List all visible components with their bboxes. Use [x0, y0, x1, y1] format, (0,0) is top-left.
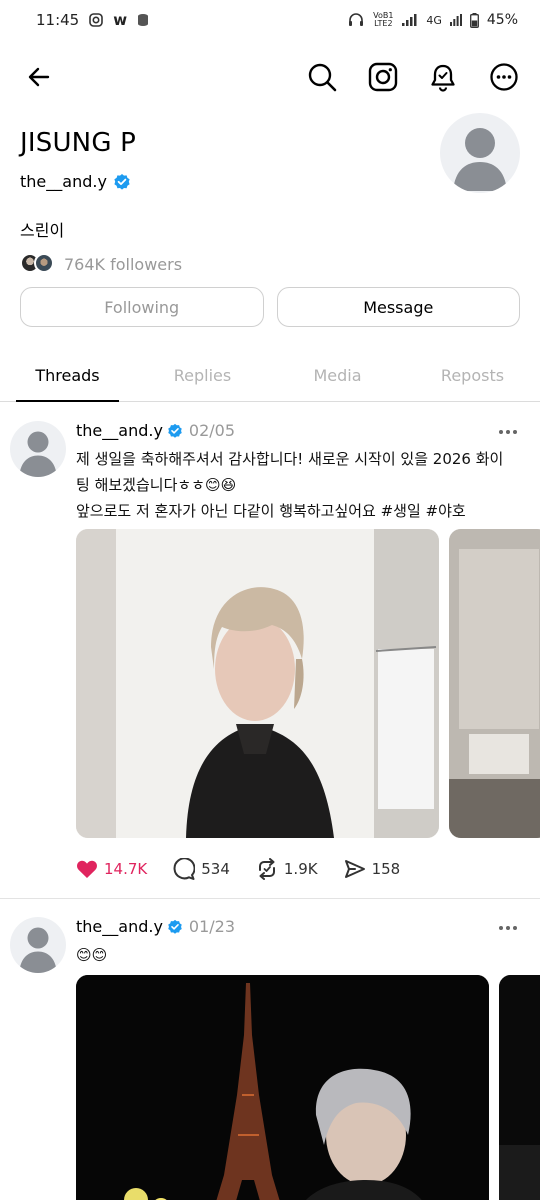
search-button[interactable] — [305, 60, 339, 94]
post-more-button[interactable] — [496, 920, 520, 936]
post-header: the__and.y 01/23 — [76, 917, 235, 936]
weverse-notification-icon: w — [113, 11, 128, 29]
tab-threads[interactable]: Threads — [0, 350, 135, 402]
post-text: 제 생일을 축하해주셔서 감사합니다! 새로운 시작이 있을 2026 화이 팅… — [76, 446, 526, 524]
default-avatar-icon — [19, 431, 57, 477]
verified-badge-icon — [168, 919, 182, 934]
network-label: VoB1 LTE2 — [373, 11, 394, 28]
follower-avatar-2 — [34, 253, 54, 273]
share-count: 158 — [371, 860, 401, 878]
post-text-line: 제 생일을 축하해주셔서 감사합니다! 새로운 시작이 있을 2026 화이 — [76, 450, 504, 468]
database-notification-icon — [137, 13, 151, 27]
post-image[interactable] — [76, 975, 489, 1200]
post-image-2[interactable] — [449, 529, 540, 838]
post-text-line: 앞으로도 저 혼자가 아닌 다같이 행복하고싶어요 #생일 #야호 — [76, 502, 466, 520]
search-icon — [308, 63, 337, 92]
heart-filled-icon — [77, 860, 97, 878]
more-dots-icon — [499, 926, 517, 930]
post-username[interactable]: the__and.y — [76, 917, 163, 936]
back-arrow-icon — [28, 67, 50, 87]
post-date: 02/05 — [188, 421, 236, 440]
instagram-button[interactable] — [366, 60, 400, 94]
verified-badge-icon — [114, 173, 130, 190]
post-text-line: 😊😊 — [76, 946, 108, 964]
followers-row[interactable]: 764K followers — [20, 253, 520, 275]
instagram-icon — [368, 62, 398, 92]
more-options-button[interactable] — [487, 60, 521, 94]
following-button[interactable]: Following — [20, 287, 264, 327]
default-avatar-icon — [19, 927, 57, 973]
tab-media[interactable]: Media — [270, 350, 405, 401]
bio: 스린이 — [20, 221, 65, 240]
back-button[interactable] — [22, 60, 56, 94]
like-button[interactable]: 14.7K — [76, 859, 147, 879]
post-text-line: 팅 해보겠습니다ㅎㅎ😊😆 — [76, 476, 237, 494]
post-stats: 14.7K 534 1.9K 158 — [76, 858, 426, 880]
profile-actions: Following Message — [20, 287, 520, 327]
top-bar — [0, 52, 540, 102]
status-time: 11:45 — [36, 11, 80, 29]
post-date: 01/23 — [188, 917, 236, 936]
post-text: 😊😊 — [76, 942, 526, 968]
post-image[interactable] — [76, 529, 439, 838]
followers-count: 764K followers — [64, 254, 183, 274]
repost-icon — [258, 858, 275, 880]
repost-count: 1.9K — [283, 860, 318, 878]
more-dots-icon — [499, 430, 517, 434]
signal-type: 4G — [426, 13, 442, 27]
signal-icon-2 — [449, 14, 462, 26]
battery-icon — [469, 12, 479, 28]
notifications-button[interactable] — [426, 60, 460, 94]
battery-percent: 45% — [486, 12, 518, 28]
room-photo — [449, 529, 540, 838]
post-username[interactable]: the__and.y — [76, 421, 163, 440]
post-header: the__and.y 02/05 — [76, 421, 235, 440]
post-avatar[interactable] — [10, 421, 66, 477]
like-count: 14.7K — [104, 860, 148, 878]
portrait-photo — [76, 529, 439, 838]
more-circle-icon — [490, 63, 518, 91]
tab-replies[interactable]: Replies — [135, 350, 270, 401]
post-image-2[interactable] — [499, 975, 540, 1200]
tab-reposts[interactable]: Reposts — [405, 350, 540, 401]
reply-button[interactable]: 534 — [173, 858, 230, 880]
send-icon — [344, 860, 365, 878]
post-avatar[interactable] — [10, 917, 66, 973]
status-bar: 11:45 w VoB1 LTE2 4G 45% — [0, 0, 540, 40]
comment-icon — [173, 858, 196, 880]
follower-avatars — [20, 253, 56, 275]
profile-avatar[interactable] — [440, 113, 520, 193]
share-button[interactable]: 158 — [344, 858, 401, 880]
message-button[interactable]: Message — [276, 287, 520, 327]
handle-row: the__and.y — [20, 172, 520, 191]
headphones-icon — [348, 13, 364, 27]
night-eiffel-photo — [76, 975, 489, 1200]
username[interactable]: the__and.y — [20, 172, 107, 191]
thread-post: the__and.y 01/23 😊😊 — [0, 899, 540, 1200]
instagram-notification-icon — [89, 13, 104, 27]
reply-count: 534 — [201, 860, 230, 878]
bell-check-icon — [431, 64, 455, 92]
signal-icon — [402, 14, 418, 26]
night-photo — [499, 975, 540, 1200]
profile-tabs: Threads Replies Media Reposts — [0, 350, 540, 402]
thread-post: the__and.y 02/05 제 생일을 축하해주셔서 감사합니다! 새로운… — [0, 403, 540, 898]
repost-button[interactable]: 1.9K — [256, 858, 318, 880]
verified-badge-icon — [168, 423, 182, 438]
default-avatar-icon — [453, 128, 507, 191]
post-more-button[interactable] — [496, 424, 520, 440]
